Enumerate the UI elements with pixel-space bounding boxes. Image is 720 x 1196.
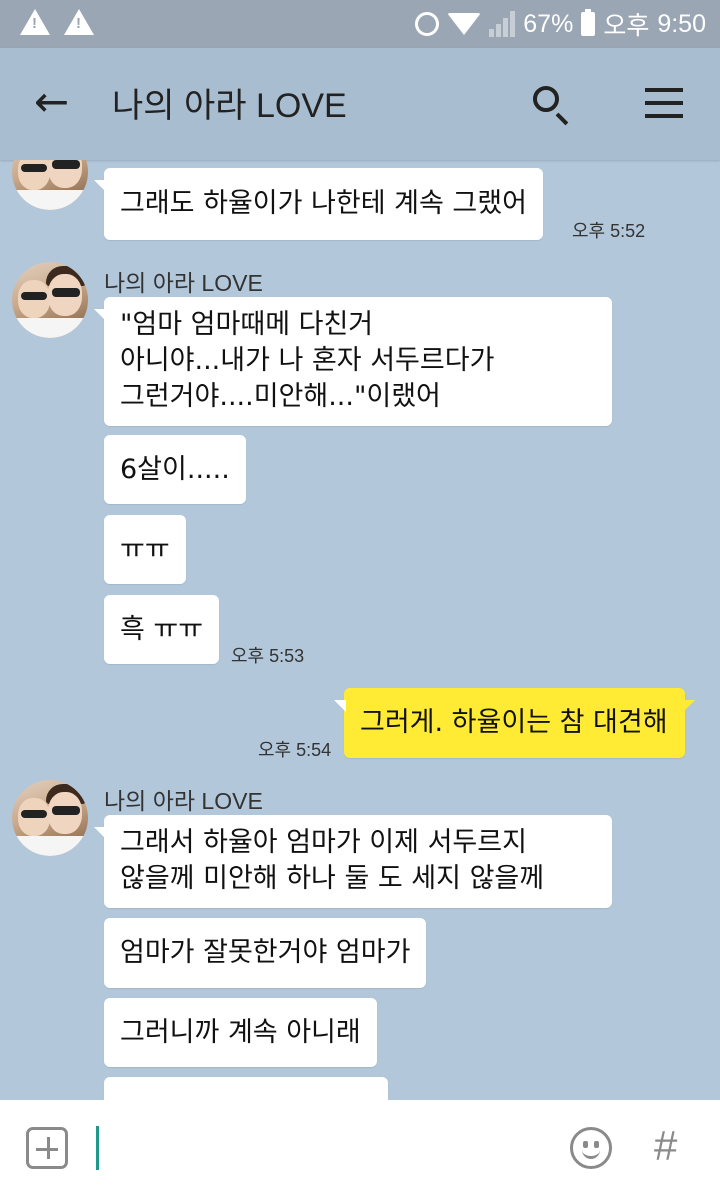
hash-icon[interactable]: # — [654, 1122, 677, 1170]
message-bubble-partial[interactable] — [104, 1077, 388, 1100]
wifi-icon — [447, 13, 482, 35]
battery-icon — [581, 9, 596, 36]
message-input[interactable] — [96, 1126, 99, 1170]
chat-title: 나의 아라 LOVE — [112, 87, 347, 125]
input-bar: # — [0, 1100, 720, 1196]
back-arrow-icon[interactable]: ← — [34, 81, 78, 126]
search-icon[interactable] — [533, 86, 559, 112]
status-ampm: 오후 — [603, 12, 650, 40]
message-bubble[interactable]: 그래도 하율이가 나한테 계속 그랬어 — [94, 168, 543, 240]
status-clock: 9:50 — [657, 9, 706, 38]
message-text-line: "엄마 엄마때메 다친거 — [120, 309, 374, 340]
message-text-line: 아니야...내가 나 혼자 서두르다가 — [120, 345, 495, 376]
message-text: 그래도 하율이가 나한테 계속 그랬어 — [120, 188, 527, 219]
message-text-line: 않을께 미안해 하나 둘 도 세지 않을께 — [120, 863, 545, 894]
message-time: 오후 5:53 — [231, 646, 305, 666]
emoji-icon[interactable] — [570, 1127, 612, 1169]
message-bubble[interactable]: "엄마 엄마때메 다친거 아니야...내가 나 혼자 서두르다가 그런거야...… — [94, 297, 612, 426]
sender-name: 나의 아라 LOVE — [104, 788, 263, 814]
message-bubble[interactable]: 그러니까 계속 아니래 — [104, 998, 377, 1067]
message-text-line: 그런거야....미안해..."이랬어 — [120, 381, 441, 412]
plus-icon[interactable] — [26, 1127, 68, 1169]
menu-icon[interactable] — [645, 88, 683, 118]
message-time: 오후 5:52 — [572, 221, 646, 241]
message-text: 엄마가 잘못한거야 엄마가 — [120, 937, 411, 968]
message-bubble[interactable]: 6살이..... — [104, 435, 246, 504]
avatar[interactable] — [12, 160, 88, 210]
message-text: 그러게. 하율이는 참 대견해 — [360, 707, 668, 738]
warning-icon: ! — [20, 9, 50, 35]
message-text-line: 그래서 하율아 엄마가 이제 서두르지 — [120, 827, 527, 858]
message-bubble[interactable]: 엄마가 잘못한거야 엄마가 — [104, 918, 427, 988]
message-text: 흑 ㅠㅠ — [120, 614, 204, 645]
message-text: 6살이..... — [120, 454, 230, 485]
sender-name: 나의 아라 LOVE — [104, 270, 263, 296]
chat-area[interactable]: 그래도 하율이가 나한테 계속 그랬어 오후 5:52 나의 아라 LOVE "… — [0, 160, 720, 1100]
avatar[interactable] — [12, 262, 88, 338]
my-message-bubble[interactable]: 그러게. 하율이는 참 대견해 — [334, 688, 695, 758]
message-bubble[interactable]: 흑 ㅠㅠ — [104, 595, 220, 664]
message-text: ㅠㅠ — [120, 534, 170, 565]
status-right: 67% 오후 9:50 — [415, 8, 706, 40]
message-time: 오후 5:54 — [258, 740, 332, 760]
warning-icon: ! — [64, 9, 94, 35]
message-bubble[interactable]: ㅠㅠ — [104, 515, 186, 584]
message-bubble[interactable]: 그래서 하율아 엄마가 이제 서두르지 않을께 미안해 하나 둘 도 세지 않을… — [94, 815, 612, 908]
signal-icon — [489, 11, 516, 37]
message-text: 그러니까 계속 아니래 — [120, 1017, 361, 1048]
chat-header: ← 나의 아라 LOVE — [0, 48, 720, 160]
alarm-icon — [415, 12, 440, 36]
status-bar: ! ! 67% 오후 9:50 — [0, 0, 720, 48]
battery-percent: 67% — [523, 9, 574, 38]
avatar[interactable] — [12, 780, 88, 856]
